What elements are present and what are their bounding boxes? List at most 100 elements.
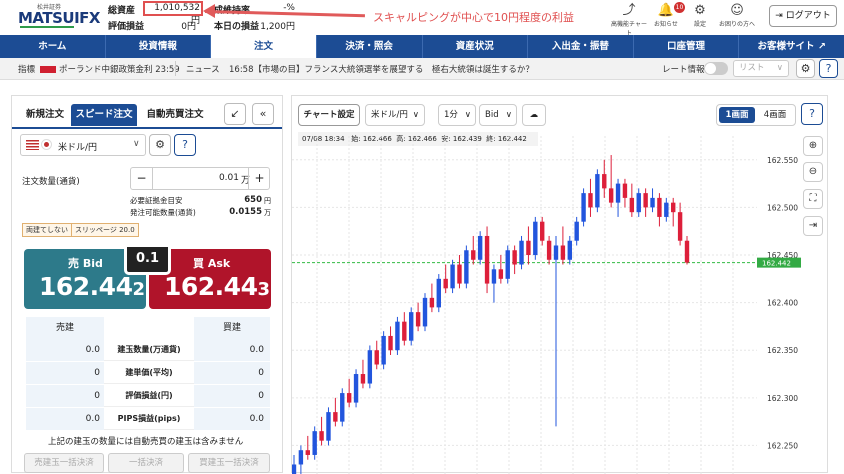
matsui-fx-logo[interactable]: MATSUIFX <box>18 9 100 27</box>
close-all-buy-button[interactable]: 買建玉一括決済 <box>188 453 270 473</box>
eval-pl-label: 評価損益 <box>108 22 145 32</box>
ask-label: 買 Ask <box>193 257 231 270</box>
scroll-latest-button[interactable]: ⇥ <box>803 216 823 236</box>
candle-body <box>353 374 359 403</box>
candle-body <box>346 393 352 403</box>
collapse-button[interactable]: « <box>252 103 274 125</box>
candle-body <box>581 193 586 222</box>
logout-button[interactable]: ⇥ ログアウト <box>769 5 837 27</box>
qty-stepper[interactable]: − 0.01 万 + <box>130 167 270 190</box>
chart-pair-select[interactable]: 米ドル/円 ∨ <box>365 104 425 126</box>
candle-body <box>664 202 669 217</box>
list-select[interactable]: リスト ∨ <box>733 60 789 77</box>
possible-qty-unit: 万 <box>264 209 271 217</box>
expand-icon: ⛶ <box>809 193 817 204</box>
nav-investment-info[interactable]: 投資情報 <box>106 35 212 58</box>
pos-buy-value: 0 <box>194 385 270 407</box>
chart-pair-label: 米ドル/円 <box>371 110 408 120</box>
order-settings-button[interactable]: ⚙ <box>149 134 171 156</box>
candle-body <box>684 240 690 263</box>
help-icon: ? <box>182 138 188 151</box>
chart-save-button[interactable]: ☁ <box>522 104 546 126</box>
chart-panel: チャート設定 米ドル/円 ∨ 1分 ∨ Bid ∨ ☁ 1画面 4画面 ? 07/08… <box>291 95 828 474</box>
zoom-out-button[interactable]: ⊖ <box>803 162 823 182</box>
top-bar: 松井証券 MATSUIFX 総資産 1,010,532円 成維持率 -% 評価損… <box>0 0 844 37</box>
qty-plus-button[interactable]: + <box>248 168 270 189</box>
candle-body <box>608 188 614 203</box>
chevron-down-icon: ∨ <box>133 139 140 149</box>
zoom-in-button[interactable]: ⊕ <box>803 136 823 156</box>
chart-help-button[interactable]: ? <box>801 103 823 125</box>
indicator-text[interactable]: ポーランド中銀政策金利 23:59 <box>59 63 180 75</box>
advanced-chart-button[interactable]: ⤴ 高機能チャート <box>609 3 649 37</box>
bid-price-main: 162.44 <box>39 272 133 301</box>
nav-settlement[interactable]: 決済・照会 <box>317 35 423 58</box>
candle-body <box>533 221 538 256</box>
news-text[interactable]: 16:58【市場の目】フランス大統領選挙を展望する 極右大統領は誕生するか？ <box>229 63 534 75</box>
order-help-button[interactable]: ? <box>174 134 196 156</box>
candle-body <box>677 212 683 241</box>
qty-minus-button[interactable]: − <box>131 168 153 189</box>
nav-customer-site-label: お客様サイト <box>757 41 815 52</box>
tab-new-order[interactable]: 新規注文 <box>18 104 72 126</box>
chart-interval-label: 1分 <box>444 110 458 120</box>
candle-body <box>333 412 338 422</box>
eval-pl-value: 0円 <box>181 22 196 32</box>
currency-pair-select[interactable]: 米ドル/円 ∨ <box>20 134 146 156</box>
chart-side-select[interactable]: Bid ∨ <box>479 104 517 126</box>
y-tick-label: 162.300 <box>767 394 798 403</box>
nav-order[interactable]: 注文 <box>211 35 317 58</box>
chart-settings-button[interactable]: チャート設定 <box>298 104 360 126</box>
nav-home[interactable]: ホーム <box>0 35 106 58</box>
candle-body <box>671 202 676 213</box>
candle-body <box>546 240 552 260</box>
candle-body <box>622 183 628 198</box>
position-table-header: 売建 買建 <box>26 317 270 339</box>
settings-button[interactable]: ⚙ 設定 <box>680 3 720 28</box>
ticker-bar: 指標 ポーランド中銀政策金利 23:59 ニュース 16:58【市場の目】フラン… <box>0 58 844 80</box>
candle-body <box>464 250 469 284</box>
ask-price: 162.443 <box>164 272 270 301</box>
ticker-settings-button[interactable]: ⚙ <box>796 59 815 78</box>
tab-speed-order[interactable]: スピード注文 <box>71 104 137 126</box>
ticker-help-button[interactable]: ? <box>819 59 838 78</box>
candle-body <box>388 335 393 351</box>
qty-input[interactable]: 0.01 <box>155 173 239 183</box>
slippage-tag[interactable]: スリッページ 20.0 <box>71 223 139 237</box>
chart-icon: ⤴ <box>622 3 636 18</box>
view-4-button[interactable]: 4画面 <box>757 107 793 123</box>
margin-unit: 円 <box>264 197 271 205</box>
close-all-button[interactable]: 一括決済 <box>108 453 184 473</box>
nav-assets[interactable]: 資産状況 <box>423 35 529 58</box>
view-1-button[interactable]: 1画面 <box>719 107 755 123</box>
rate-info-toggle[interactable] <box>704 62 728 75</box>
close-all-sell-button[interactable]: 売建玉一括決済 <box>24 453 104 473</box>
candle-body <box>457 264 462 284</box>
candle-body <box>450 264 455 289</box>
fullscreen-button[interactable]: ⛶ <box>803 189 823 209</box>
nav-deposit[interactable]: 入出金・振替 <box>528 35 634 58</box>
chart-side-label: Bid <box>485 110 499 120</box>
candle-body <box>312 431 317 455</box>
external-link-icon: ↗ <box>817 41 826 52</box>
indicator-label: 指標 <box>18 65 36 75</box>
shrink-button[interactable]: ↙ <box>224 103 246 125</box>
bid-price-pip: 2 <box>132 279 145 300</box>
candle-body <box>602 174 607 189</box>
tab-auto-order[interactable]: 自動売買注文 <box>140 104 210 126</box>
current-price-label: 162.442 <box>762 260 791 268</box>
candle-body <box>560 245 566 260</box>
jp-flag-dot <box>44 142 49 147</box>
arrow-right-bar-icon: ⇥ <box>808 220 818 231</box>
candlestick-chart[interactable]: 162.550162.500162.450162.400162.350162.3… <box>292 136 827 474</box>
ticker-divider <box>175 61 176 76</box>
candle-body <box>395 321 400 351</box>
help-button[interactable]: ☺ お困りの方へ <box>717 3 757 28</box>
chart-interval-select[interactable]: 1分 ∨ <box>438 104 476 126</box>
nav-customer-site[interactable]: お客様サイト ↗ <box>739 35 844 58</box>
table-row: 0.0 PIPS損益(pips) 0.0 <box>26 408 270 430</box>
hedge-tag[interactable]: 両建てしない <box>22 223 72 237</box>
nav-account[interactable]: 口座管理 <box>634 35 740 58</box>
news-label: ニュース <box>186 65 220 75</box>
pos-row-label: 建単価(平均) <box>125 368 173 377</box>
